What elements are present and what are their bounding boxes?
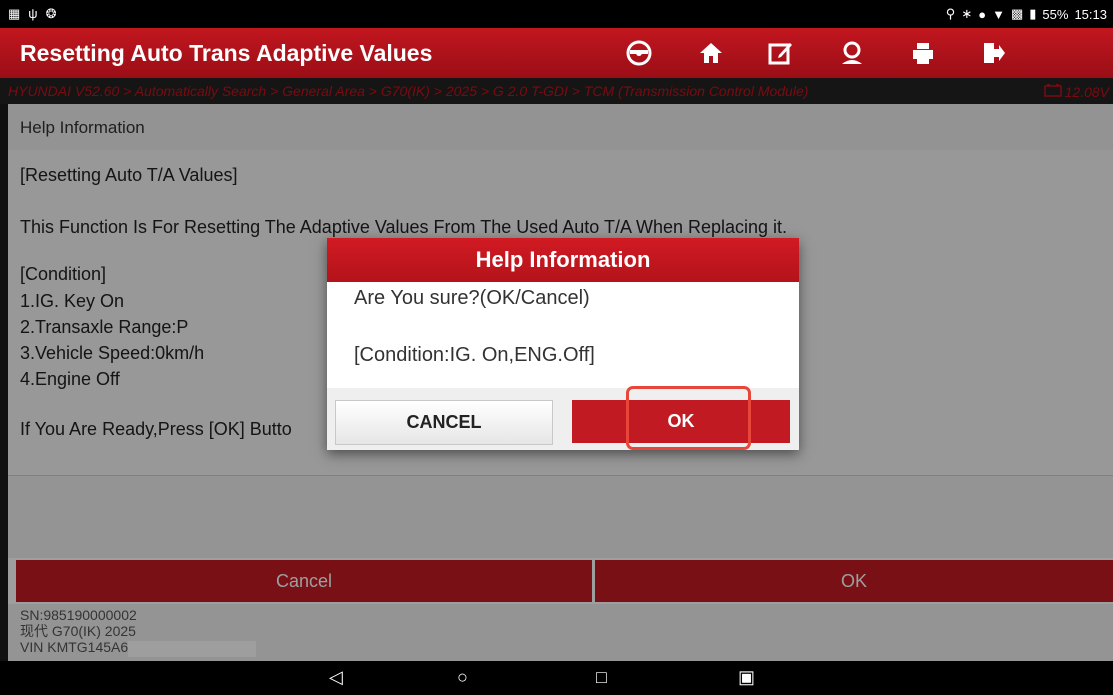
page-title: Resetting Auto Trans Adaptive Values	[20, 40, 433, 66]
dialog-cancel-button[interactable]: CANCEL	[335, 400, 553, 445]
battery-percent: 55%	[1042, 6, 1069, 22]
feedback-icon[interactable]	[836, 37, 868, 69]
dnd-icon: ●	[978, 6, 987, 22]
clock: 15:13	[1074, 6, 1107, 22]
wifi-icon: ▼	[992, 6, 1005, 22]
back-icon[interactable]: ◁	[329, 667, 343, 688]
bluetooth-icon: ∗	[961, 6, 973, 21]
signal-icon: ▩	[1010, 6, 1024, 21]
home-circle-icon[interactable]: ○	[457, 667, 468, 688]
print-icon[interactable]	[907, 37, 939, 69]
battery-icon: ▮	[1029, 6, 1037, 21]
dialog-title: Help Information	[327, 238, 799, 282]
status-bar: ▦ ψ ❂ ⚲ ∗ ● ▼ ▩ ▮ 55% 15:13	[0, 0, 1113, 28]
diag-icon: ❂	[45, 6, 57, 21]
ok-highlight-box	[626, 386, 751, 450]
vehicle-icon: ψ	[28, 6, 38, 21]
recents-icon[interactable]: □	[596, 667, 607, 688]
dialog-message: Are You sure?(OK/Cancel)	[354, 287, 590, 309]
edit-report-icon[interactable]	[764, 37, 796, 69]
app-header: Resetting Auto Trans Adaptive Values	[0, 28, 1113, 78]
notification-icon: ▦	[8, 6, 21, 21]
home-icon[interactable]	[695, 37, 727, 69]
location-icon: ⚲	[945, 6, 956, 21]
android-nav-bar: ◁ ○ □ ▣	[0, 661, 1113, 695]
dialog-condition: [Condition:IG. On,ENG.Off]	[354, 344, 595, 366]
screenshot-icon[interactable]: ▣	[738, 667, 755, 688]
steering-wheel-icon[interactable]	[623, 37, 655, 69]
exit-icon[interactable]	[977, 37, 1009, 69]
